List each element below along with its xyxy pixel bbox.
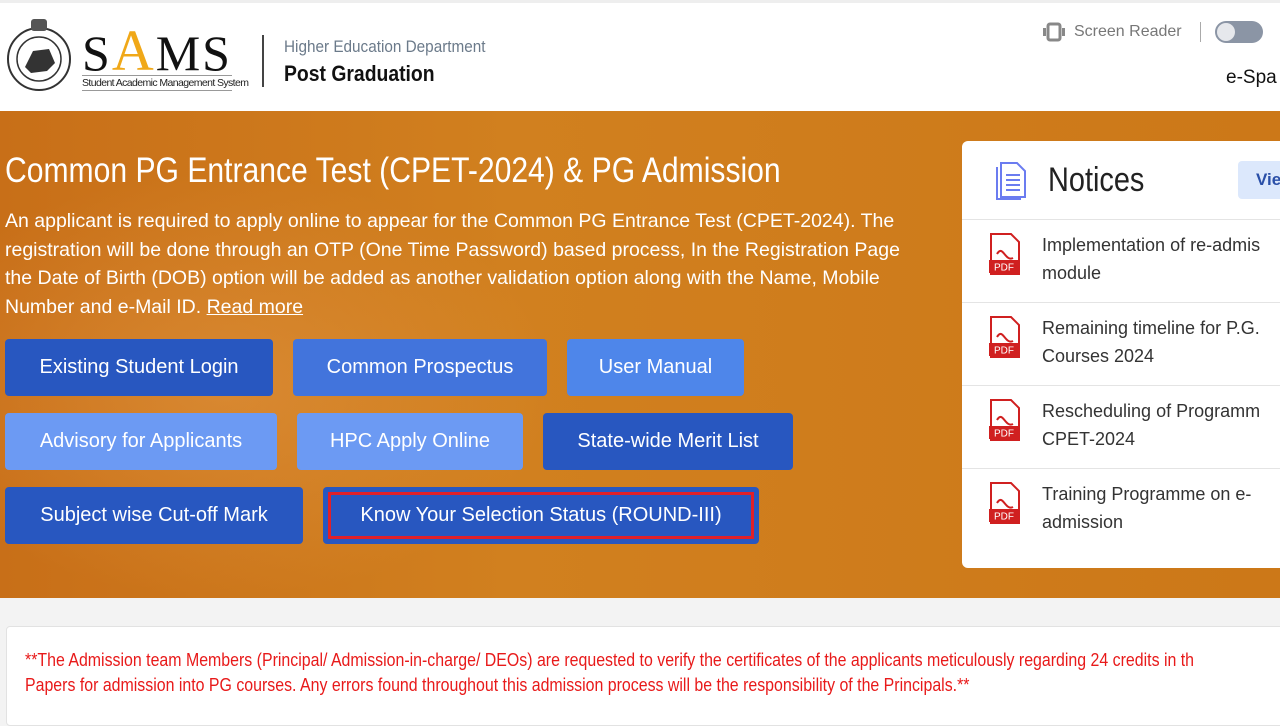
odisha-emblem-logo [7,19,71,91]
notices-title: Notices [1048,161,1145,199]
svg-text:PDF: PDF [994,346,1014,357]
merit-list-button[interactable]: State-wide Merit List [543,413,793,470]
screen-reader-toggle[interactable] [1214,21,1263,43]
notice-item[interactable]: PDF Rescheduling of Programm CPET-2024 [962,386,1280,469]
section-name: Post Graduation [284,61,435,86]
banner-description: An applicant is required to apply online… [5,210,900,318]
sams-logo: SAMS Student Academic Management System [82,18,249,91]
cutoff-mark-button[interactable]: Subject wise Cut-off Mark [5,487,303,544]
notices-panel: Notices Vie PDF Implementation of re-admi… [962,141,1280,568]
view-all-button[interactable]: Vie [1238,161,1280,199]
pdf-icon: PDF [989,399,1020,441]
admission-alert: **The Admission team Members (Principal/… [6,626,1280,726]
advisory-button[interactable]: Advisory for Applicants [5,413,277,470]
svg-text:PDF: PDF [994,429,1014,440]
notice-item[interactable]: PDF Implementation of re-admis module [962,220,1280,303]
selection-status-button[interactable]: Know Your Selection Status (ROUND-III) [323,487,759,544]
pdf-icon: PDF [989,316,1020,358]
language-link[interactable]: e-Spa [1226,67,1277,89]
site-header: SAMS Student Academic Management System … [0,0,1280,111]
user-manual-button[interactable]: User Manual [567,339,744,396]
svg-text:PDF: PDF [994,263,1014,274]
department-name: Higher Education Department [284,37,486,56]
common-prospectus-button[interactable]: Common Prospectus [293,339,547,396]
banner-title: Common PG Entrance Test (CPET-2024) & PG… [5,151,781,190]
notice-item[interactable]: PDF Training Programme on e- admission [962,469,1280,552]
hpc-apply-online-button[interactable]: HPC Apply Online [297,413,523,470]
header-divider [262,35,264,87]
document-icon [996,162,1026,200]
svg-text:PDF: PDF [994,512,1014,523]
screen-reader-label: Screen Reader [1074,23,1182,40]
screen-reader-control: Screen Reader [1042,21,1263,43]
pdf-icon: PDF [989,482,1020,524]
notices-header: Notices Vie [962,141,1280,220]
divider [1199,22,1201,42]
screen-reader-icon [1043,22,1065,42]
existing-student-login-button[interactable]: Existing Student Login [5,339,273,396]
notice-item[interactable]: PDF Remaining timeline for P.G. Courses 2… [962,303,1280,386]
pdf-icon: PDF [989,233,1020,275]
alert-text: **The Admission team Members (Principal/… [25,649,1195,695]
hero-banner: Common PG Entrance Test (CPET-2024) & PG… [0,111,1280,598]
read-more-link[interactable]: Read more [207,296,303,318]
